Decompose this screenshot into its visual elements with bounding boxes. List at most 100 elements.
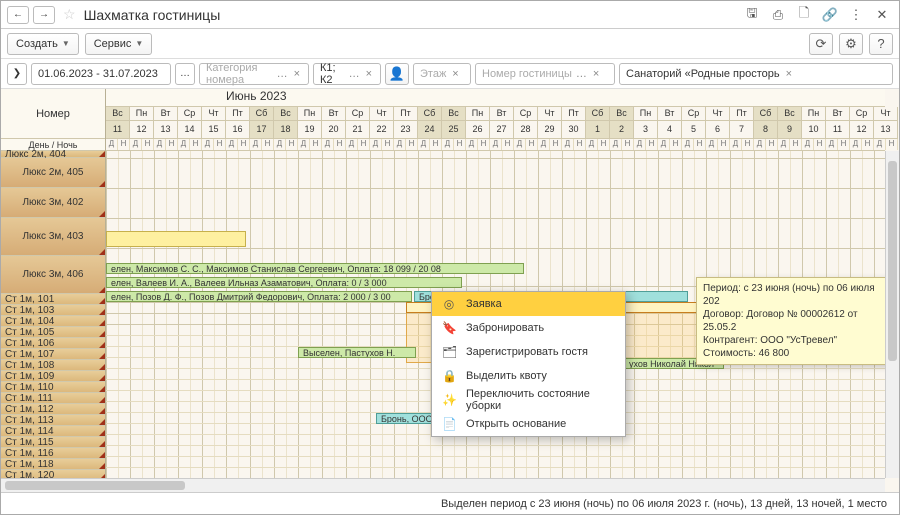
service-button[interactable]: Сервис▼	[85, 33, 153, 55]
booking-bar[interactable]	[106, 231, 246, 247]
booking-bar[interactable]: елен, Позов Д. Ф., Позов Дмитрий Федоров…	[106, 291, 412, 302]
room-cell[interactable]: Люкс 3м, 406	[1, 256, 105, 294]
day-column: Пн3	[634, 107, 658, 139]
day-column: Чт13	[874, 107, 898, 139]
menu-item-label: Открыть основание	[466, 418, 566, 430]
tooltip: Период: с 23 июня (ночь) по 06 июля 202 …	[696, 277, 899, 365]
close-icon[interactable]: ✕	[871, 5, 893, 25]
context-menu-item[interactable]: 🗂 Зарегистрировать гостя	[432, 340, 625, 364]
day-column: Сб24	[418, 107, 442, 139]
day-column: Сб17	[250, 107, 274, 139]
room-cell[interactable]: Ст 1м, 109	[1, 371, 105, 382]
nav-forward-button[interactable]: →	[33, 6, 55, 24]
more-icon[interactable]: ⋮	[845, 5, 867, 25]
room-cell[interactable]: Ст 1м, 108	[1, 360, 105, 371]
room-cell[interactable]: Люкс 2м, 404	[1, 151, 105, 158]
room-cell[interactable]: Ст 1м, 105	[1, 327, 105, 338]
room-cell[interactable]: Ст 1м, 101	[1, 294, 105, 305]
room-cell[interactable]: Люкс 2м, 405	[1, 158, 105, 188]
menu-item-icon: 🔖	[442, 321, 456, 335]
context-menu-item[interactable]: ✨ Переключить состояние уборки	[432, 388, 625, 412]
day-column: Ср21	[346, 107, 370, 139]
room-cell[interactable]: Ст 1м, 118	[1, 459, 105, 470]
day-column: Вс18	[274, 107, 298, 139]
day-column: Вт27	[490, 107, 514, 139]
sanatorium-input[interactable]: Санаторий «Родные просторь×	[619, 63, 893, 85]
menu-item-label: Выделить квоту	[466, 370, 547, 382]
vertical-scrollbar[interactable]	[885, 151, 899, 478]
help-button[interactable]: ?	[869, 33, 893, 55]
date-prev-button[interactable]: ❯	[7, 63, 27, 85]
menu-item-label: Забронировать	[466, 322, 544, 334]
day-column: Чт29	[538, 107, 562, 139]
link-icon[interactable]: 🔗	[819, 5, 841, 25]
refresh-button[interactable]: ⟳	[809, 33, 833, 55]
room-cell[interactable]: Ст 1м, 104	[1, 316, 105, 327]
horizontal-scrollbar[interactable]	[1, 478, 885, 492]
day-column: Сб1	[586, 107, 610, 139]
rooms-column: Номер День / Ночь Люкс 2м, 404 Люкс 2м, …	[1, 89, 106, 478]
context-menu-item[interactable]: 📄 Открыть основание	[432, 412, 625, 436]
menu-item-icon: 🗂	[442, 345, 456, 359]
context-menu-item[interactable]: 🔖 Забронировать	[432, 316, 625, 340]
menu-item-label: Зарегистрировать гостя	[466, 346, 588, 358]
menu-item-icon: ✨	[442, 393, 456, 407]
room-cell[interactable]: Ст 1м, 116	[1, 448, 105, 459]
room-cell[interactable]: Ст 1м, 111	[1, 393, 105, 404]
day-column: Вт4	[658, 107, 682, 139]
create-button[interactable]: Создать▼	[7, 33, 79, 55]
room-column-header: Номер	[1, 89, 105, 139]
room-cell[interactable]: Ст 1м, 110	[1, 382, 105, 393]
context-menu: ◎ Заявка 🔖 Забронировать 🗂 Зарегистрировать г…	[431, 291, 626, 437]
day-column: Вс9	[778, 107, 802, 139]
day-column: Сб8	[754, 107, 778, 139]
day-column: Чт15	[202, 107, 226, 139]
room-cell[interactable]: Ст 1м, 115	[1, 437, 105, 448]
date-pick-button[interactable]: …	[175, 63, 195, 85]
room-cell[interactable]: Ст 1м, 103	[1, 305, 105, 316]
room-input[interactable]: Номер гостиницы…×	[475, 63, 615, 85]
day-column: Ср28	[514, 107, 538, 139]
print-icon[interactable]: ⎙	[767, 5, 789, 25]
room-cell[interactable]: Люкс 3м, 402	[1, 188, 105, 218]
date-range-input[interactable]: 01.06.2023 - 31.07.2023	[31, 63, 171, 85]
floor-input[interactable]: Этаж×	[413, 63, 471, 85]
day-column: Пт16	[226, 107, 250, 139]
day-column: Вс25	[442, 107, 466, 139]
star-icon[interactable]: ☆	[63, 6, 76, 23]
day-column: Пт30	[562, 107, 586, 139]
room-cell[interactable]: Ст 1м, 106	[1, 338, 105, 349]
room-cell[interactable]: Люкс 3м, 403	[1, 218, 105, 256]
booking-bar[interactable]: Выселен, Пастухов Н.	[298, 347, 416, 358]
context-menu-item[interactable]: ◎ Заявка	[432, 292, 625, 316]
person-button[interactable]: 👤	[385, 63, 409, 85]
room-cell[interactable]: Ст 1м, 113	[1, 415, 105, 426]
menu-item-label: Переключить состояние уборки	[466, 388, 615, 412]
room-cell[interactable]: Ст 1м, 114	[1, 426, 105, 437]
menu-item-icon: ◎	[442, 297, 456, 311]
attach-icon[interactable]: 🗋	[793, 5, 815, 25]
day-column: Пн26	[466, 107, 490, 139]
nav-back-button[interactable]: ←	[7, 6, 29, 24]
menu-item-icon: 🔒	[442, 369, 456, 383]
building-input[interactable]: К1; К2…×	[313, 63, 381, 85]
save-icon[interactable]: 🖫	[741, 5, 763, 25]
category-input[interactable]: Категория номера…×	[199, 63, 309, 85]
day-column: Пт23	[394, 107, 418, 139]
booking-bar[interactable]: елен, Валеев И. А., Валеев Ильназ Азамат…	[106, 277, 462, 288]
settings-button[interactable]: ⚙	[839, 33, 863, 55]
context-menu-item[interactable]: 🔒 Выделить квоту	[432, 364, 625, 388]
day-column: Чт22	[370, 107, 394, 139]
status-bar: Выделен период с 23 июня (ночь) по 06 ию…	[1, 492, 899, 514]
menu-item-label: Заявка	[466, 298, 502, 310]
room-cell[interactable]: Ст 1м, 120	[1, 470, 105, 478]
day-column: Вт11	[826, 107, 850, 139]
menu-item-icon: 📄	[442, 417, 456, 431]
day-column: Вт20	[322, 107, 346, 139]
room-cell[interactable]: Ст 1м, 112	[1, 404, 105, 415]
room-cell[interactable]: Ст 1м, 107	[1, 349, 105, 360]
day-column: Пт7	[730, 107, 754, 139]
day-column: Пн12	[130, 107, 154, 139]
day-column: Пн19	[298, 107, 322, 139]
booking-bar[interactable]: елен, Максимов С. С., Максимов Станислав…	[106, 263, 524, 274]
